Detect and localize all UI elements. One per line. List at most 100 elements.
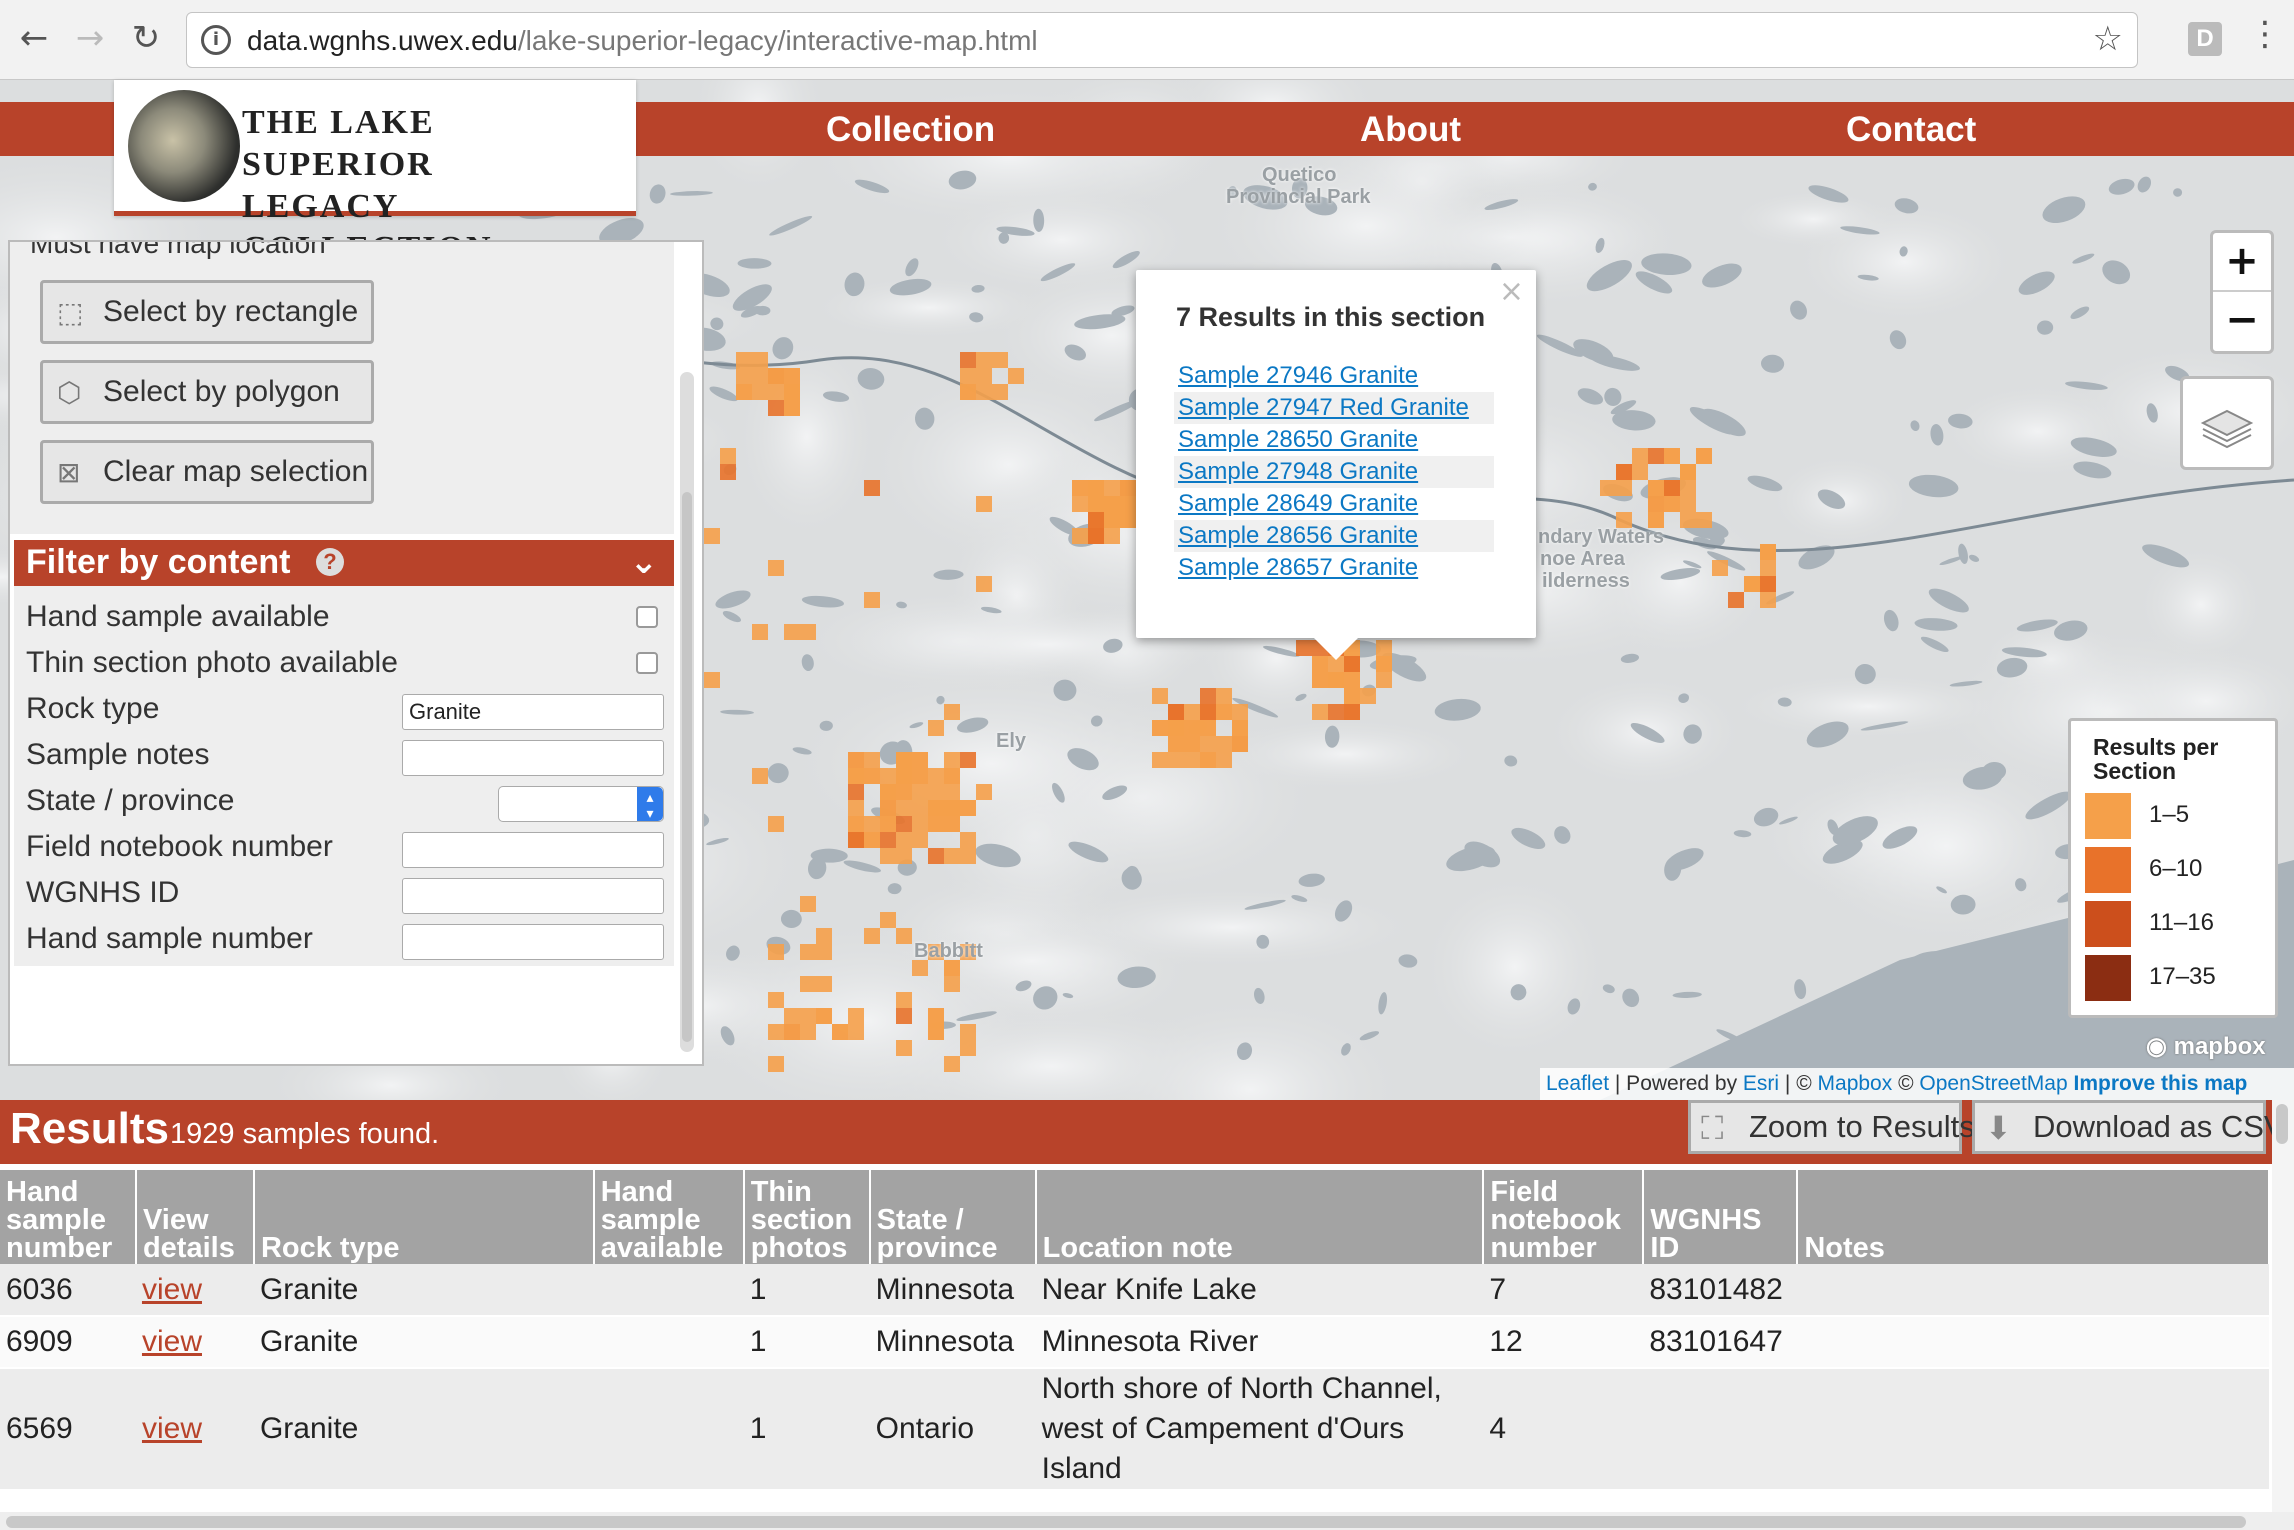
hexbin-cell: [944, 976, 960, 992]
column-header[interactable]: Location note: [1035, 1170, 1485, 1264]
results-vertical-scrollbar[interactable]: [2272, 1100, 2294, 1512]
bookmark-star-icon[interactable]: ☆: [2093, 19, 2123, 59]
column-header[interactable]: Thin section photos: [743, 1170, 871, 1264]
field-notebook-input[interactable]: [402, 832, 664, 868]
table-row[interactable]: 6569 view Granite 1 Ontario North shore of No…: [0, 1368, 2269, 1491]
view-details-link[interactable]: view: [142, 1325, 202, 1358]
hexbin-cell: [1376, 640, 1392, 656]
cell-view: view: [135, 1368, 254, 1491]
browser-menu-icon[interactable]: ⋮: [2248, 14, 2282, 54]
column-header[interactable]: Rock type: [253, 1170, 595, 1264]
column-header[interactable]: State / province: [869, 1170, 1037, 1264]
rock-type-input[interactable]: Granite: [402, 694, 664, 730]
cell-notes: [1797, 1316, 2269, 1369]
leaflet-link[interactable]: Leaflet: [1546, 1072, 1609, 1095]
popup-sample-link[interactable]: Sample 28649 Granite: [1174, 488, 1494, 520]
hexbin-cell: [720, 464, 736, 480]
hexbin-cell: [1104, 528, 1120, 544]
zoom-to-results-icon: ⛶: [1701, 1109, 1724, 1147]
cell-state: Minnesota: [869, 1264, 1036, 1317]
popup-sample-link[interactable]: Sample 28657 Granite: [1174, 552, 1494, 584]
select-rectangle-button[interactable]: ⬚ Select by rectangle: [40, 280, 374, 344]
popup-sample-link[interactable]: Sample 28650 Granite: [1174, 424, 1494, 456]
site-logo[interactable]: THE LAKE SUPERIOR LEGACY COLLECTION: [114, 80, 636, 267]
nav-about[interactable]: About: [1360, 110, 1461, 150]
url-text[interactable]: data.wgnhs.uwex.edu/lake-superior-legacy…: [247, 25, 1038, 57]
improve-map-link[interactable]: Improve this map: [2068, 1072, 2248, 1095]
hexbin-cell: [752, 352, 768, 368]
clear-selection-button[interactable]: ⊠ Clear map selection: [40, 440, 374, 504]
hexbin-cell: [912, 816, 928, 832]
layers-button[interactable]: [2180, 376, 2274, 470]
hexbin-cell: [976, 784, 992, 800]
forward-arrow-icon[interactable]: →: [70, 16, 110, 60]
select-polygon-button[interactable]: ⬡ Select by polygon: [40, 360, 374, 424]
hexbin-cell: [1072, 480, 1088, 496]
panel-scrollbar[interactable]: [680, 372, 694, 1052]
nav-contact[interactable]: Contact: [1846, 110, 1976, 150]
popup-sample-link[interactable]: Sample 27946 Granite: [1174, 360, 1494, 392]
download-icon: ⬇: [1985, 1109, 2012, 1147]
rock-type-label: Rock type: [26, 692, 160, 725]
mapbox-link[interactable]: Mapbox: [1818, 1072, 1893, 1095]
close-icon[interactable]: ×: [1499, 274, 1524, 309]
esri-link[interactable]: Esri: [1743, 1072, 1779, 1095]
hexbin-cell: [1616, 480, 1632, 496]
state-province-select[interactable]: ▴ ▾: [498, 786, 664, 822]
terrain-patch: [1206, 716, 1484, 792]
popup-tip: [1312, 636, 1360, 660]
table-row[interactable]: 6909 view Granite 1 Minnesota Minnesota River…: [0, 1316, 2269, 1369]
hexbin-cell: [1344, 704, 1360, 720]
hexbin-cell: [976, 496, 992, 512]
extension-icon[interactable]: D: [2188, 22, 2222, 56]
chevron-down-icon[interactable]: ⌄: [630, 540, 659, 584]
help-icon[interactable]: ?: [316, 548, 344, 576]
cell-notebook: 4: [1483, 1368, 1644, 1491]
view-details-link[interactable]: view: [142, 1273, 202, 1306]
hexbin-cell: [1328, 704, 1344, 720]
column-header[interactable]: Notes: [1797, 1170, 2270, 1264]
column-header[interactable]: View details: [135, 1170, 255, 1264]
nav-collection[interactable]: Collection: [826, 110, 995, 150]
popup-sample-link[interactable]: Sample 28656 Granite: [1174, 520, 1494, 552]
zoom-out-button[interactable]: −: [2213, 292, 2271, 351]
cell-notes: [1797, 1368, 2269, 1491]
column-header[interactable]: Hand sample available: [593, 1170, 745, 1264]
osm-link[interactable]: OpenStreetMap: [1919, 1072, 2067, 1095]
hexbin-cell: [880, 784, 896, 800]
filter-by-content-header[interactable]: Filter by content ? ⌄: [14, 540, 674, 586]
column-header[interactable]: Hand sample number: [0, 1170, 137, 1264]
back-arrow-icon[interactable]: ←: [14, 16, 54, 60]
hexbin-cell: [864, 768, 880, 784]
column-header[interactable]: Field notebook number: [1483, 1170, 1645, 1264]
popup-sample-link[interactable]: Sample 27947 Red Granite: [1174, 392, 1494, 424]
hand-sample-number-input[interactable]: [402, 924, 664, 960]
view-details-link[interactable]: view: [142, 1412, 202, 1445]
site-info-icon[interactable]: i: [201, 25, 231, 55]
hexbin-cell: [784, 368, 800, 384]
hexbin-cell: [1680, 512, 1696, 528]
hexbin-cell: [832, 1024, 848, 1040]
results-horizontal-scrollbar[interactable]: [0, 1512, 2294, 1530]
hexbin-cell: [1168, 752, 1184, 768]
download-csv-button[interactable]: ⬇ Download as CSV: [1972, 1100, 2285, 1154]
popup-sample-link[interactable]: Sample 27948 Granite: [1174, 456, 1494, 488]
table-header-row: Hand sample number View details Rock type Hand…: [0, 1170, 2270, 1264]
hexbin-cell: [944, 848, 960, 864]
hexbin-cell: [768, 1024, 784, 1040]
filter-fields: Hand sample available Thin section photo…: [14, 586, 674, 966]
reload-icon[interactable]: ↻: [126, 16, 166, 60]
popup-title: 7 Results in this section: [1176, 302, 1486, 332]
hand-sample-checkbox[interactable]: [636, 606, 658, 628]
polygon-select-icon: ⬡: [57, 377, 82, 408]
sample-notes-input[interactable]: [402, 740, 664, 776]
mapbox-logo[interactable]: ◉ mapbox: [2146, 1032, 2266, 1061]
zoom-to-results-button[interactable]: ⛶ Zoom to Results: [1688, 1100, 1975, 1154]
thin-section-checkbox[interactable]: [636, 652, 658, 674]
zoom-in-button[interactable]: +: [2213, 233, 2271, 292]
address-bar[interactable]: i data.wgnhs.uwex.edu/lake-superior-lega…: [186, 12, 2138, 68]
wgnhs-id-input[interactable]: [402, 878, 664, 914]
table-row[interactable]: 6036 view Granite 1 Minnesota Near Knife Lake…: [0, 1264, 2269, 1317]
hexbin-cell: [960, 1040, 976, 1056]
column-header[interactable]: WGNHS ID: [1643, 1170, 1799, 1264]
